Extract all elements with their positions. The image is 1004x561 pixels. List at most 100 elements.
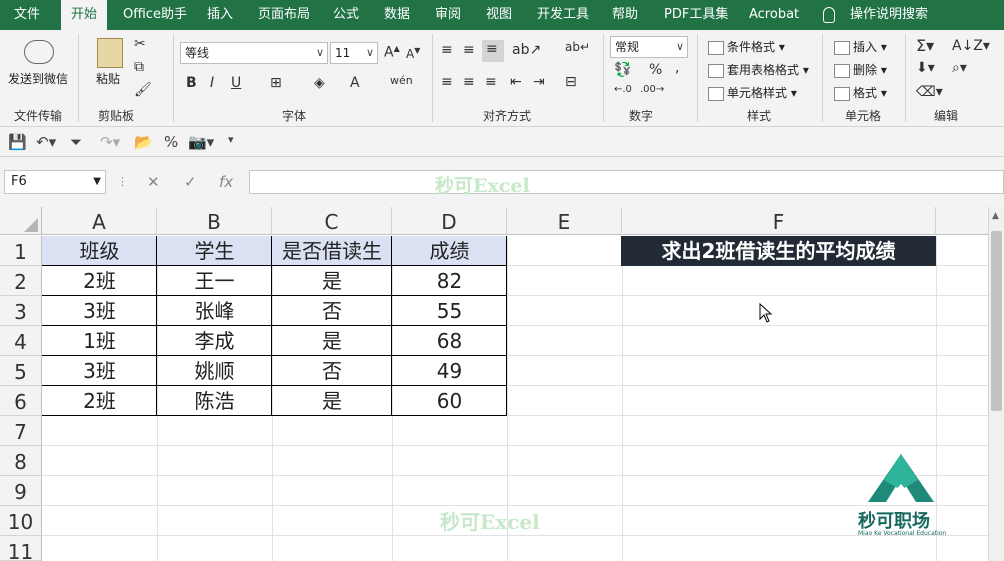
format-painter-icon[interactable]: 🖌 <box>134 82 152 98</box>
find-select-icon[interactable]: ⌕▾ <box>952 60 967 76</box>
tab-data[interactable]: 数据 <box>384 0 410 30</box>
percent-icon[interactable]: % <box>649 62 662 78</box>
cell-styles-button[interactable]: 单元格样式 ▾ <box>708 84 797 101</box>
table-cell[interactable]: 60 <box>392 386 507 416</box>
row-header-4[interactable]: 4 <box>0 326 42 356</box>
tab-page-layout[interactable]: 页面布局 <box>258 0 310 30</box>
tab-pdf-tools[interactable]: PDF工具集 <box>664 0 728 30</box>
table-cell[interactable]: 2班 <box>42 386 157 416</box>
table-cell[interactable]: 张峰 <box>157 296 272 326</box>
cut-icon[interactable]: ✂ <box>134 36 146 52</box>
row-header-5[interactable]: 5 <box>0 356 42 386</box>
align-top-icon[interactable]: ≡ <box>441 42 453 58</box>
percent-style-icon[interactable]: % <box>164 133 178 151</box>
row-header-6[interactable]: 6 <box>0 386 42 416</box>
row-header-3[interactable]: 3 <box>0 296 42 326</box>
phonetic-icon[interactable]: wén <box>390 74 413 87</box>
comma-style-icon[interactable]: , <box>675 60 679 76</box>
row-header-1[interactable]: 1 <box>0 236 42 266</box>
align-left-icon[interactable]: ≡ <box>441 74 453 90</box>
row-header-10[interactable]: 10 <box>0 506 42 536</box>
table-header-class[interactable]: 班级 <box>42 236 157 266</box>
underline-icon[interactable]: U <box>231 75 241 91</box>
tab-review[interactable]: 审阅 <box>435 0 461 30</box>
scrollbar-thumb[interactable] <box>991 231 1002 411</box>
table-cell[interactable]: 是 <box>272 266 392 296</box>
row-header-7[interactable]: 7 <box>0 416 42 446</box>
conditional-format-button[interactable]: 条件格式 ▾ <box>708 38 785 55</box>
tab-formulas[interactable]: 公式 <box>333 0 359 30</box>
column-header-b[interactable]: B <box>157 207 272 235</box>
tab-office-helper[interactable]: Office助手 <box>123 0 187 30</box>
paste-button[interactable]: 粘贴 <box>96 70 120 87</box>
table-cell[interactable]: 是 <box>272 326 392 356</box>
wrap-text-icon[interactable]: ab↵ <box>565 40 590 54</box>
increase-indent-icon[interactable]: ⇥ <box>533 74 545 90</box>
redo-icon[interactable]: ↷▾ <box>100 133 120 151</box>
tab-acrobat[interactable]: Acrobat <box>749 0 799 30</box>
row-header-11[interactable]: 11 <box>0 536 42 561</box>
row-header-2[interactable]: 2 <box>0 266 42 296</box>
number-format-combo[interactable]: 常规 ∨ <box>610 36 688 58</box>
send-to-wechat-button[interactable]: 发送到微信 <box>8 70 68 87</box>
decrease-decimal-icon[interactable]: .00→ <box>640 84 664 95</box>
align-middle-icon[interactable]: ≡ <box>463 42 475 58</box>
table-cell[interactable]: 王一 <box>157 266 272 296</box>
border-icon[interactable]: ⊞ <box>270 75 282 91</box>
customize-qat-icon[interactable]: ▾ <box>228 133 234 146</box>
italic-icon[interactable]: I <box>210 75 214 91</box>
column-header-c[interactable]: C <box>272 207 392 235</box>
table-header-transfer[interactable]: 是否借读生 <box>272 236 392 266</box>
table-cell[interactable]: 3班 <box>42 296 157 326</box>
table-cell[interactable]: 3班 <box>42 356 157 386</box>
increase-font-icon[interactable]: A▲ <box>384 44 400 61</box>
table-cell[interactable]: 68 <box>392 326 507 356</box>
column-header-e[interactable]: E <box>507 207 622 235</box>
table-cell[interactable]: 否 <box>272 296 392 326</box>
name-box[interactable]: F6 ▼ <box>4 170 106 194</box>
align-center-icon[interactable]: ≡ <box>463 74 475 90</box>
save-icon[interactable]: 💾 <box>8 133 27 151</box>
row-header-9[interactable]: 9 <box>0 476 42 506</box>
formula-input[interactable] <box>249 170 1004 194</box>
delete-cells-button[interactable]: 删除 ▾ <box>834 61 887 78</box>
undo-icon[interactable]: ↶▾ <box>36 133 56 151</box>
column-header-a[interactable]: A <box>42 207 157 235</box>
increase-decimal-icon[interactable]: ←.0 <box>614 84 632 95</box>
cancel-icon[interactable]: ✕ <box>147 173 160 191</box>
tab-help[interactable]: 帮助 <box>612 0 638 30</box>
decrease-indent-icon[interactable]: ⇤ <box>510 74 522 90</box>
table-cell[interactable]: 否 <box>272 356 392 386</box>
merge-center-icon[interactable]: ⊟ <box>565 74 577 90</box>
currency-icon[interactable]: 💱 <box>614 62 631 78</box>
format-as-table-button[interactable]: 套用表格格式 ▾ <box>708 61 809 78</box>
table-cell[interactable]: 李成 <box>157 326 272 356</box>
column-header-d[interactable]: D <box>392 207 507 235</box>
table-cell[interactable]: 1班 <box>42 326 157 356</box>
table-cell[interactable]: 是 <box>272 386 392 416</box>
table-cell[interactable]: 姚顺 <box>157 356 272 386</box>
align-right-icon[interactable]: ≡ <box>485 74 497 90</box>
table-header-score[interactable]: 成绩 <box>392 236 507 266</box>
row-header-8[interactable]: 8 <box>0 446 42 476</box>
fill-icon[interactable]: ⬇▾ <box>916 60 935 76</box>
table-cell[interactable]: 陈浩 <box>157 386 272 416</box>
insert-cells-button[interactable]: 插入 ▾ <box>834 38 887 55</box>
copy-icon[interactable]: ⧉ <box>134 59 144 75</box>
table-header-student[interactable]: 学生 <box>157 236 272 266</box>
orientation-icon[interactable]: ab↗ <box>512 42 541 58</box>
fill-color-icon[interactable]: ◈ <box>314 75 325 91</box>
tell-me-search[interactable]: 操作说明搜索 <box>850 0 928 30</box>
format-cells-button[interactable]: 格式 ▾ <box>834 84 887 101</box>
tab-home[interactable]: 开始 <box>61 0 108 31</box>
worksheet-grid[interactable]: 1 2 3 4 5 6 7 8 9 10 11 班级 学生 是否借读生 成绩 2… <box>0 236 988 561</box>
camera-icon[interactable]: 📷▾ <box>188 133 214 151</box>
font-name-combo[interactable]: 等线 ∨ <box>180 42 328 64</box>
table-cell[interactable]: 55 <box>392 296 507 326</box>
scroll-up-arrow-icon[interactable]: ▲ <box>992 211 999 221</box>
font-color-icon[interactable]: A <box>350 75 360 91</box>
sort-filter-icon[interactable]: A↓Z▾ <box>952 38 990 54</box>
enter-icon[interactable]: ✓ <box>184 173 197 191</box>
align-bottom-button[interactable]: ≡ <box>482 40 504 62</box>
select-all-corner[interactable] <box>0 207 42 235</box>
